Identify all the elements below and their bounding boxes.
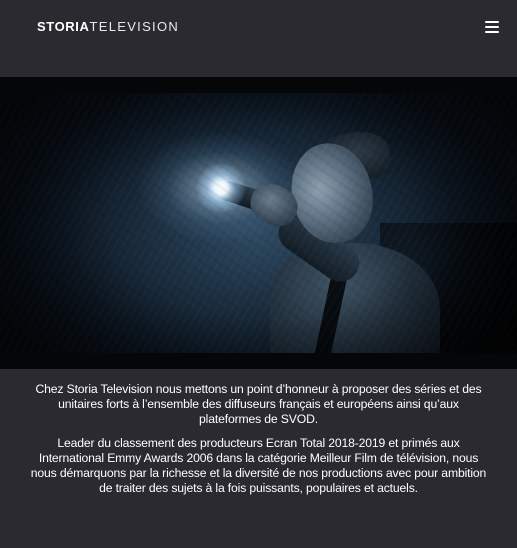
menu-line-top: [485, 21, 499, 23]
menu-line-bottom: [485, 31, 499, 33]
storia-television-logo[interactable]: STORIA TELEVISION: [37, 18, 179, 34]
intro-paragraph-1: Chez Storia Television nous mettons un p…: [35, 382, 482, 426]
logo-light-text: TELEVISION: [89, 18, 180, 34]
video-player[interactable]: [0, 77, 517, 369]
intro-text: Chez Storia Television nous mettons un p…: [28, 382, 489, 496]
intro-paragraph-2: Leader du classement des producteurs Ecr…: [30, 436, 487, 495]
video-still: [0, 93, 517, 353]
page: STORIA TELEVISION Chez Storia Television…: [0, 0, 517, 548]
site-header: STORIA TELEVISION: [0, 0, 517, 56]
menu-line-middle: [485, 26, 499, 28]
scene-vignette: [0, 93, 517, 353]
hamburger-menu-icon[interactable]: [485, 20, 499, 33]
logo-bold-text: STORIA: [37, 18, 90, 34]
